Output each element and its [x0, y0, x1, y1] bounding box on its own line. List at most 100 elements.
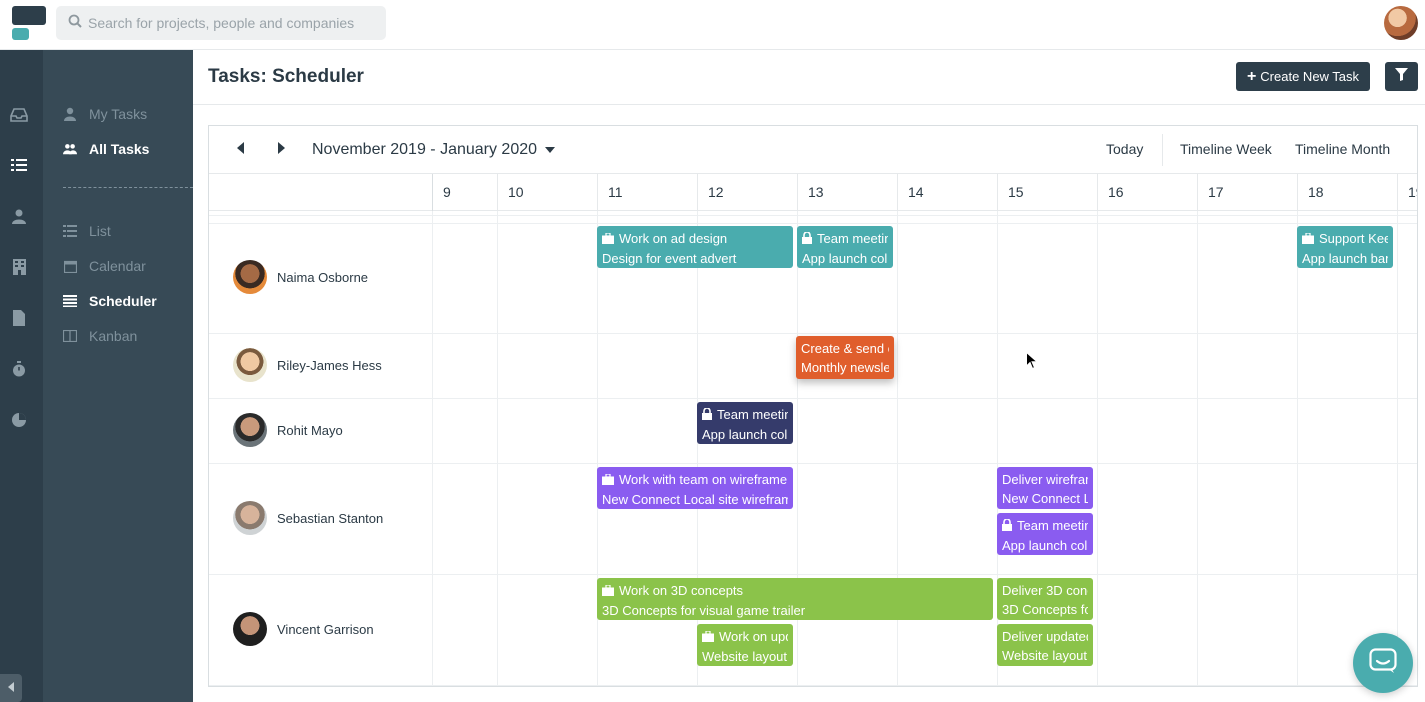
caret-left-icon [237, 141, 245, 159]
search-icon [68, 14, 82, 33]
grid-line [1197, 211, 1198, 686]
resource-row: Rohit Mayo [233, 413, 343, 447]
briefcase-icon [602, 230, 614, 249]
event-block[interactable]: Team meeting App launch collab [997, 513, 1093, 555]
pie-chart-icon[interactable] [10, 411, 28, 429]
timeline-week-button[interactable]: Timeline Week [1180, 141, 1272, 157]
sidebar-item-label: Scheduler [89, 293, 157, 309]
sidebar-item-calendar[interactable]: Calendar [63, 256, 146, 276]
building-icon[interactable] [10, 258, 28, 276]
chat-icon [1369, 647, 1397, 679]
event-block[interactable]: Support Keegan App launch banner [1297, 226, 1393, 268]
list-icon [63, 224, 77, 238]
row-divider [209, 398, 1417, 399]
grid-line [432, 211, 433, 686]
search-input[interactable] [88, 15, 378, 31]
day-header-cell: 16 [1097, 174, 1197, 211]
filter-button[interactable] [1385, 62, 1418, 91]
sidebar-item-label: Calendar [89, 258, 146, 274]
day-header-cell: 12 [697, 174, 797, 211]
sidebar-item-my-tasks[interactable]: My Tasks [63, 104, 147, 124]
header-divider [193, 104, 1425, 105]
next-button[interactable] [271, 140, 291, 160]
calendar-icon [63, 259, 77, 273]
row-divider [209, 685, 1417, 686]
event-subtitle: App launch collab [1002, 538, 1088, 553]
event-title: Work on ad design [619, 231, 728, 246]
grid-line [497, 211, 498, 686]
event-block[interactable]: Team meeting App launch collab [697, 402, 793, 444]
row-divider [209, 463, 1417, 464]
chat-launcher-button[interactable] [1353, 633, 1413, 693]
collapse-sidebar-button[interactable] [0, 674, 22, 702]
sidebar-item-scheduler[interactable]: Scheduler [63, 291, 157, 311]
date-range-dropdown[interactable]: November 2019 - January 2020 [312, 141, 556, 159]
briefcase-icon [602, 582, 614, 601]
document-icon[interactable] [10, 309, 28, 327]
sidebar-item-label: My Tasks [89, 106, 148, 122]
event-title: Support Keegan [1319, 231, 1388, 246]
resource-row: Vincent Garrison [233, 612, 374, 646]
day-header-cell: 19 [1397, 174, 1417, 211]
event-title: Deliver updated [1002, 629, 1088, 644]
resource-name: Riley-James Hess [277, 357, 382, 373]
create-new-task-button[interactable]: + Create New Task [1236, 62, 1370, 91]
today-button[interactable]: Today [1106, 141, 1143, 157]
day-header-cell: 10 [497, 174, 597, 211]
users-icon [63, 142, 77, 156]
event-block[interactable]: Deliver 3D concepts 3D Concepts for visu… [997, 578, 1093, 620]
chevron-down-icon [545, 147, 556, 153]
event-title: Create & send out [801, 341, 889, 356]
create-new-task-label: Create New Task [1260, 69, 1360, 84]
search-box[interactable] [56, 6, 386, 40]
event-subtitle: 3D Concepts for visual game trailer [602, 603, 806, 618]
event-block[interactable]: Work with team on wireframe New Connect … [597, 467, 793, 509]
resource-name: Sebastian Stanton [277, 510, 384, 526]
event-block[interactable]: Create & send out Monthly newsletter [796, 336, 894, 379]
app-logo[interactable] [12, 6, 46, 42]
grid-line [1097, 211, 1098, 686]
event-subtitle: Design for event advert [602, 251, 737, 266]
timeline-month-button[interactable]: Timeline Month [1295, 141, 1390, 157]
event-block[interactable]: Work on updates Website layout and [697, 624, 793, 666]
day-header-cell: 17 [1197, 174, 1297, 211]
event-subtitle: App launch collab [702, 427, 788, 442]
sidebar-item-kanban[interactable]: Kanban [63, 326, 137, 346]
sidebar-item-label: Kanban [89, 328, 138, 344]
resource-name: Naima Osborne [277, 269, 369, 285]
event-title: Team meeting [1017, 518, 1088, 533]
event-block[interactable]: Team meeting App launch collab [797, 226, 893, 268]
list-icon[interactable] [10, 156, 28, 174]
mouse-cursor-icon [1026, 351, 1039, 375]
event-block[interactable]: Work on 3D concepts 3D Concepts for visu… [597, 578, 993, 620]
sidebar-divider [63, 187, 193, 188]
event-block[interactable]: Deliver updated Website layout and [997, 624, 1093, 666]
sidebar-item-all-tasks[interactable]: All Tasks [63, 139, 149, 159]
user-icon[interactable] [10, 207, 28, 225]
resource-row: Sebastian Stanton [233, 501, 383, 535]
briefcase-icon [702, 628, 714, 647]
user-icon [63, 107, 77, 121]
event-subtitle: Monthly newsletter [801, 360, 889, 375]
event-block[interactable]: Work on ad design Design for event adver… [597, 226, 793, 268]
day-header-cell: 9 [432, 174, 497, 211]
sidebar-item-list[interactable]: List [63, 221, 111, 241]
inbox-icon[interactable] [10, 106, 28, 124]
grid-line [1297, 211, 1298, 686]
avatar [233, 501, 267, 535]
event-subtitle: Website layout and [702, 649, 788, 664]
event-title: Work on 3D concepts [619, 583, 744, 598]
caret-right-icon [277, 141, 285, 159]
event-subtitle: App launch collab [802, 251, 888, 266]
timer-icon[interactable] [10, 360, 28, 378]
top-bar [0, 0, 1425, 50]
plus-icon: + [1246, 67, 1257, 85]
resource-name: Rohit Mayo [277, 422, 343, 438]
event-subtitle: New Connect Local site wireframe [602, 492, 788, 507]
previous-button[interactable] [231, 140, 251, 160]
day-header-cell: 14 [897, 174, 997, 211]
resource-row: Riley-James Hess [233, 348, 382, 382]
user-avatar[interactable] [1384, 6, 1418, 40]
event-block[interactable]: Deliver wireframe New Connect Local [997, 467, 1093, 509]
event-subtitle: App launch banner [1302, 251, 1388, 266]
